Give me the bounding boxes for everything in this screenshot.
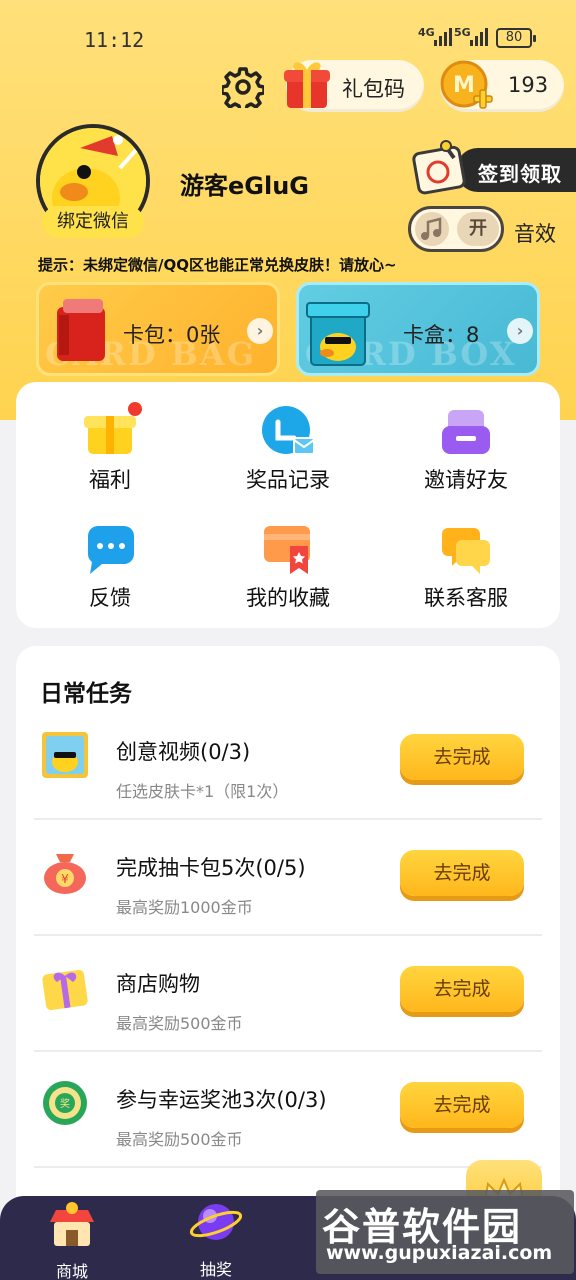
- card-pack-label: 卡包：0张: [123, 323, 221, 347]
- signal-icon: [434, 28, 452, 46]
- message-icon: [260, 404, 316, 458]
- svg-text:M: M: [453, 73, 475, 98]
- task-reward: 最高奖励1000金币: [116, 898, 253, 917]
- shop-icon: [50, 1202, 94, 1246]
- menu-item-favorites[interactable]: 我的收藏: [208, 522, 368, 612]
- menu-item-welfare[interactable]: 福利: [30, 402, 190, 494]
- svg-text:奖: 奖: [60, 1097, 70, 1110]
- card-box-tile[interactable]: CARD BOX 卡盒：8 ›: [296, 282, 540, 376]
- notification-dot: [128, 402, 142, 416]
- coin-add-icon: M: [440, 60, 493, 109]
- bind-wechat-button[interactable]: 绑定微信: [42, 206, 144, 238]
- task-reward: 最高奖励500金币: [116, 1130, 243, 1149]
- sound-toggle[interactable]: 开: [408, 206, 504, 252]
- menu-item-prize-records[interactable]: 奖品记录: [208, 404, 368, 494]
- task-reward: 最高奖励500金币: [116, 1014, 243, 1033]
- gift-code-button[interactable]: 礼包码: [284, 60, 424, 112]
- menu-grid: 福利 奖品记录 邀请好友 反馈 我的收藏 联系客服: [16, 382, 560, 628]
- nav-label: 抽奖: [199, 1260, 232, 1279]
- card-pack-tile[interactable]: CARD BAG 卡包：0张 ›: [36, 282, 280, 376]
- menu-label: 奖品记录: [246, 468, 330, 492]
- site-watermark: 谷普软件园 www.gupuxiazai.com: [316, 1190, 574, 1274]
- sound-label: 音效: [514, 222, 556, 246]
- planet-icon: [189, 1204, 243, 1240]
- watermark-url: www.gupuxiazai.com: [326, 1242, 553, 1264]
- chevron-right-icon: ›: [247, 318, 273, 344]
- tip-text: 提示：未绑定微信/QQ区也能正常兑换皮肤！请放心~: [38, 256, 397, 274]
- task-reward: 任选皮肤卡*1（限1次）: [116, 782, 289, 801]
- status-bar: 11:12 4G 5G 80: [0, 0, 576, 60]
- gift-box-icon: [284, 62, 330, 108]
- music-note-icon: [415, 212, 449, 246]
- card-box-icon: [306, 302, 370, 366]
- chat-bubble-icon: [82, 522, 138, 576]
- nav-item-draw[interactable]: 抽奖: [170, 1194, 262, 1280]
- menu-label: 联系客服: [424, 586, 508, 610]
- menu-item-feedback[interactable]: 反馈: [30, 522, 190, 612]
- task-go-button[interactable]: 去完成: [400, 1082, 524, 1128]
- lucky-pool-icon: 奖: [43, 1081, 87, 1125]
- menu-item-customer-service[interactable]: 联系客服: [386, 522, 546, 612]
- task-row: ¥ 完成抽卡包5次(0/5) 最高奖励1000金币 去完成: [34, 820, 542, 936]
- menu-label: 邀请好友: [424, 468, 508, 492]
- coin-balance-button[interactable]: M 193: [440, 60, 564, 112]
- menu-item-invite-friends[interactable]: 邀请好友: [386, 404, 546, 494]
- invite-icon: [438, 404, 494, 458]
- sound-state: 开: [457, 212, 499, 246]
- task-name: 商店购物: [116, 972, 200, 996]
- signal-icon: [470, 28, 488, 46]
- task-row: 奖 参与幸运奖池3次(0/3) 最高奖励500金币 去完成: [34, 1052, 542, 1168]
- shopping-gift-icon: [42, 969, 88, 1011]
- gift-code-label: 礼包码: [342, 77, 405, 101]
- skin-card-icon: [42, 732, 88, 778]
- network-5g-label: 5G: [454, 26, 471, 39]
- task-name: 完成抽卡包5次(0/5): [116, 856, 306, 880]
- card-pack-icon: [57, 299, 105, 361]
- task-go-button[interactable]: 去完成: [400, 850, 524, 896]
- task-go-button[interactable]: 去完成: [400, 734, 524, 780]
- username: 游客eGluG: [180, 172, 309, 200]
- task-row: 创意视频(0/3) 任选皮肤卡*1（限1次） 去完成: [34, 704, 542, 820]
- task-go-button[interactable]: 去完成: [400, 966, 524, 1012]
- status-time: 11:12: [84, 28, 145, 52]
- money-bag-icon: ¥: [44, 854, 86, 894]
- menu-label: 我的收藏: [246, 586, 330, 610]
- battery-icon: 80: [496, 28, 536, 48]
- nav-label: 商城: [55, 1262, 88, 1280]
- gift-box-icon: [82, 402, 142, 458]
- gear-icon[interactable]: [222, 66, 264, 108]
- menu-label: 反馈: [89, 586, 131, 610]
- coin-count: 193: [508, 73, 549, 97]
- network-4g-label: 4G: [418, 26, 435, 39]
- bookmark-icon: [260, 522, 316, 576]
- signin-label: 签到领取: [478, 162, 562, 186]
- nav-item-shop[interactable]: 商城: [26, 1200, 118, 1280]
- menu-label: 福利: [89, 468, 131, 492]
- service-chat-icon: [438, 522, 494, 576]
- section-title: 日常任务: [40, 681, 132, 707]
- card-box-label: 卡盒：8: [403, 323, 480, 347]
- task-name: 参与幸运奖池3次(0/3): [116, 1088, 327, 1112]
- task-row: 商店购物 最高奖励500金币 去完成: [34, 936, 542, 1052]
- svg-text:¥: ¥: [61, 872, 69, 886]
- signin-button[interactable]: 签到领取: [410, 140, 576, 195]
- calendar-icon: [412, 140, 466, 195]
- chevron-right-icon: ›: [507, 318, 533, 344]
- task-name: 创意视频(0/3): [116, 740, 251, 764]
